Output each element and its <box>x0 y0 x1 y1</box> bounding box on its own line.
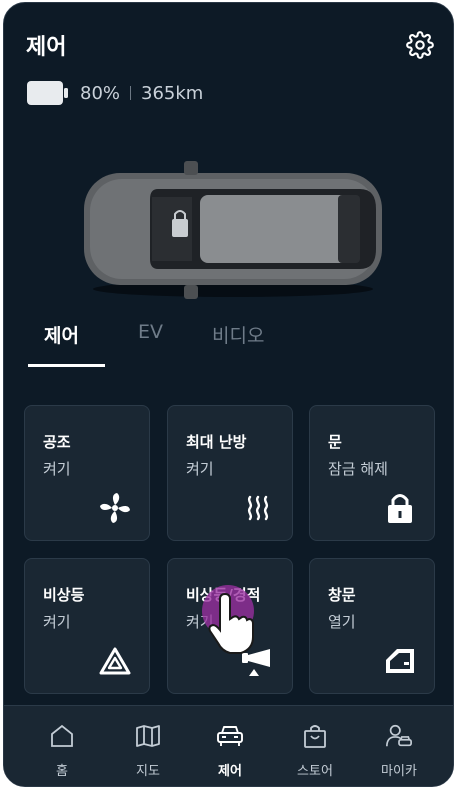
nav-store[interactable]: 스토어 <box>272 706 358 786</box>
tile-title: 최대 난방 <box>186 433 247 451</box>
tab-bar: 제어 EV 비디오 <box>26 321 426 371</box>
tile-subtitle: 켜기 <box>43 613 71 631</box>
fan-icon <box>95 488 135 528</box>
map-icon <box>134 722 162 750</box>
page-title: 제어 <box>26 35 67 60</box>
car-top-view-image <box>80 159 386 301</box>
car-icon <box>216 722 244 750</box>
nav-label: 제어 <box>218 764 242 779</box>
divider <box>130 86 132 100</box>
battery-icon <box>26 80 70 106</box>
tile-subtitle: 켜기 <box>186 460 214 478</box>
seat-heat-icon <box>238 488 278 528</box>
tile-title: 공조 <box>43 433 71 451</box>
bottom-nav: 홈 지도 제어 스토어 마이카 <box>4 705 453 786</box>
vehicle-status: 80% 365km <box>26 79 203 107</box>
nav-label: 스토어 <box>297 764 333 779</box>
tile-window[interactable]: 창문 열기 <box>309 558 435 694</box>
tab-video[interactable]: 비디오 <box>212 321 264 348</box>
tile-subtitle: 잠금 해제 <box>328 460 388 478</box>
tile-max-heat[interactable]: 최대 난방 켜기 <box>167 405 293 541</box>
nav-control[interactable]: 제어 <box>187 706 273 786</box>
tile-hazard[interactable]: 비상등 켜기 <box>24 558 150 694</box>
app-screen: 제어 80% 365km 제어 EV 비디오 공조 켜기 최대 난방 켜기 문 … <box>3 2 454 787</box>
tile-title: 문 <box>328 433 342 451</box>
shopping-bag-icon <box>301 722 329 750</box>
settings-gear-icon[interactable] <box>403 28 437 62</box>
hand-pointer-icon <box>206 592 256 655</box>
tile-subtitle: 열기 <box>328 613 356 631</box>
tile-title: 창문 <box>328 586 356 604</box>
tile-door[interactable]: 문 잠금 해제 <box>309 405 435 541</box>
tab-control[interactable]: 제어 <box>44 321 79 348</box>
nav-home[interactable]: 홈 <box>19 706 105 786</box>
tile-title: 비상등 <box>43 586 85 604</box>
battery-percent: 80% <box>80 82 121 104</box>
user-car-icon <box>385 722 413 750</box>
tab-ev[interactable]: EV <box>138 321 163 343</box>
nav-label: 지도 <box>136 764 160 779</box>
tile-climate[interactable]: 공조 켜기 <box>24 405 150 541</box>
nav-map[interactable]: 지도 <box>105 706 191 786</box>
nav-label: 마이카 <box>381 764 417 779</box>
lock-icon <box>380 488 420 528</box>
active-tab-indicator <box>28 364 105 367</box>
home-icon <box>48 722 76 750</box>
window-icon <box>380 641 420 681</box>
hazard-triangle-icon <box>95 641 135 681</box>
nav-mycar[interactable]: 마이카 <box>356 706 442 786</box>
range-value: 365km <box>141 82 204 104</box>
nav-label: 홈 <box>56 764 68 779</box>
tile-subtitle: 켜기 <box>43 460 71 478</box>
